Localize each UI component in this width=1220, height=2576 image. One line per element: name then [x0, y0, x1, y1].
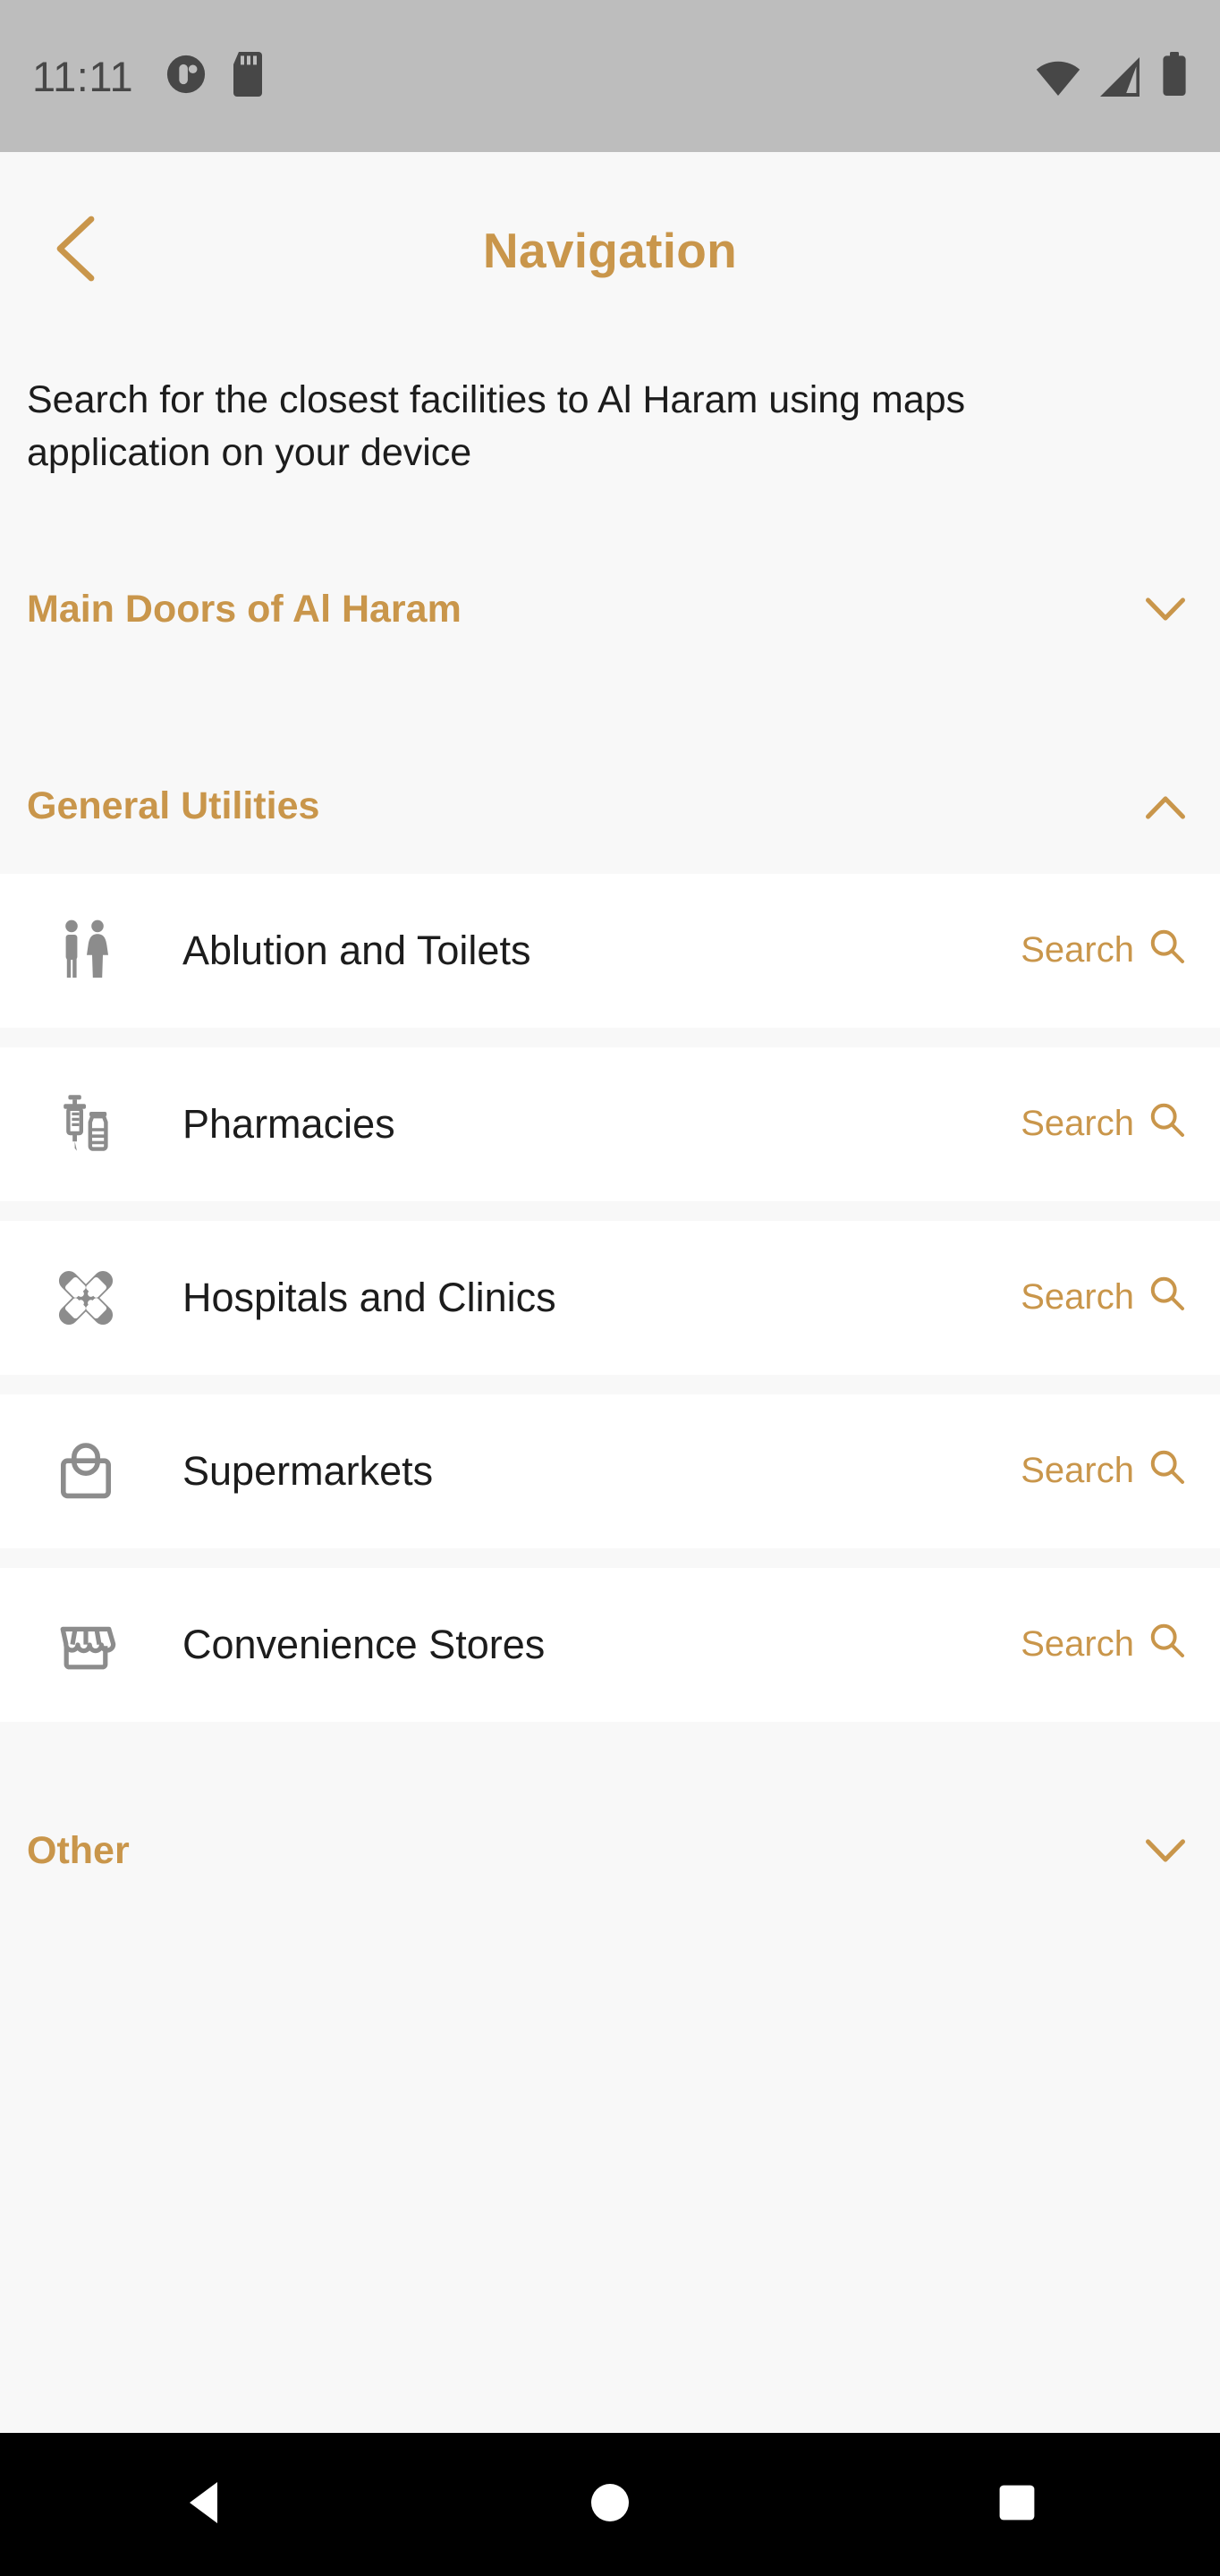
spacer-above-section-1	[0, 677, 1220, 740]
search-label: Search	[1021, 1624, 1134, 1665]
restroom-icon	[54, 919, 118, 983]
search-icon	[1148, 1622, 1186, 1668]
spacer-above-section-2	[0, 1722, 1220, 1784]
list-item[interactable]: Pharmacies Search	[0, 1046, 1220, 1201]
syringe-vial-icon	[54, 1092, 118, 1157]
list-item-label: Supermarkets	[182, 1447, 434, 1494]
spacer-above-section-0	[0, 480, 1220, 543]
page-filler	[0, 1918, 1220, 2433]
search-button[interactable]: Search	[1021, 928, 1186, 974]
nav-home-button[interactable]	[556, 2451, 664, 2558]
app-root: 11:11 Navigation Search for the closest …	[0, 0, 1220, 2576]
accordion-title-general-utilities: General Utilities	[27, 784, 320, 828]
list-item[interactable]: Convenience Stores Search	[0, 1567, 1220, 1722]
search-button[interactable]: Search	[1021, 1622, 1186, 1668]
list-item[interactable]: Ablution and Toilets Search	[0, 873, 1220, 1028]
home-circle-icon	[589, 2482, 631, 2528]
page-description: Search for the closest facilities to Al …	[27, 378, 966, 475]
bandage-cross-icon	[54, 1267, 118, 1329]
search-icon	[1148, 1448, 1186, 1495]
storefront-icon	[54, 1616, 118, 1674]
search-button[interactable]: Search	[1021, 1101, 1186, 1148]
list-item[interactable]: Hospitals and Clinics Search	[0, 1220, 1220, 1375]
search-label: Search	[1021, 1104, 1134, 1144]
chevron-left-icon	[48, 214, 104, 288]
search-label: Search	[1021, 1277, 1134, 1318]
android-nav-bar	[0, 2433, 1220, 2576]
list-item[interactable]: Supermarkets Search	[0, 1394, 1220, 1548]
search-icon	[1148, 1275, 1186, 1321]
status-bar: 11:11	[0, 0, 1220, 152]
do-not-disturb-icon	[165, 54, 207, 99]
nav-back-button[interactable]	[149, 2451, 257, 2558]
accordion-title-other: Other	[27, 1829, 130, 1873]
accordion-header-other[interactable]: Other	[0, 1784, 1220, 1919]
search-icon	[1148, 928, 1186, 974]
search-button[interactable]: Search	[1021, 1448, 1186, 1495]
page-title: Navigation	[482, 223, 738, 278]
search-label: Search	[1021, 930, 1134, 970]
status-bar-clock: 11:11	[32, 52, 134, 100]
status-bar-right-icons	[1036, 51, 1188, 101]
shopping-bag-icon	[54, 1440, 118, 1503]
chevron-down-icon[interactable]	[1145, 589, 1186, 631]
accordion-title-main-doors: Main Doors of Al Haram	[27, 588, 462, 631]
nav-recents-button[interactable]	[963, 2451, 1071, 2558]
sd-card-icon	[230, 51, 266, 101]
battery-icon	[1161, 51, 1188, 101]
search-label: Search	[1021, 1451, 1134, 1491]
recents-square-icon	[998, 2484, 1036, 2526]
wifi-icon	[1036, 57, 1080, 101]
accordion-header-general-utilities[interactable]: General Utilities	[0, 739, 1220, 874]
status-bar-left-icons	[165, 51, 266, 101]
general-utilities-list: Ablution and Toilets Search Pharmacies S…	[0, 873, 1220, 1722]
list-item-label: Pharmacies	[182, 1100, 395, 1147]
search-icon	[1148, 1101, 1186, 1148]
search-button[interactable]: Search	[1021, 1275, 1186, 1321]
back-button[interactable]	[36, 210, 116, 291]
list-item-label: Hospitals and Clinics	[182, 1274, 556, 1320]
chevron-up-icon[interactable]	[1145, 786, 1186, 827]
cellular-signal-icon	[1100, 56, 1141, 101]
list-item-label: Convenience Stores	[182, 1621, 546, 1667]
list-item-label: Ablution and Toilets	[182, 927, 531, 973]
accordion-header-main-doors[interactable]: Main Doors of Al Haram	[0, 542, 1220, 677]
back-triangle-icon	[182, 2479, 225, 2530]
page-header: Navigation	[0, 152, 1220, 349]
chevron-down-icon[interactable]	[1145, 1831, 1186, 1872]
